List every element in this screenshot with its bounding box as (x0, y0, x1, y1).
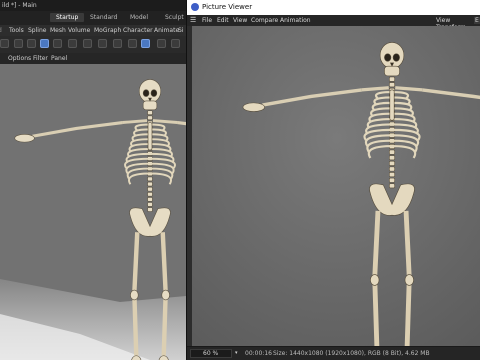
menu-item-character[interactable]: Character (123, 27, 153, 34)
c4d-menu-bar: d Tools Spline Mesh Volume MoGraph Chara… (0, 25, 186, 36)
pv-menu-edit[interactable]: Edit (217, 17, 229, 24)
viewport-menu: Options Filter Panel (0, 53, 186, 64)
vertebra (389, 177, 396, 183)
knee-right (404, 274, 414, 286)
vertebra (147, 191, 153, 197)
sternum (147, 122, 153, 151)
eye-socket-right (392, 53, 400, 62)
vertebra (389, 76, 396, 82)
vertebra (389, 166, 396, 172)
vertebra (389, 172, 396, 178)
light-tool-icon[interactable] (98, 39, 107, 48)
layout-tab-startup[interactable]: Startup (50, 13, 85, 22)
pen-tool-icon[interactable] (27, 39, 36, 48)
menu-item-tools[interactable]: Tools (9, 27, 24, 34)
picture-viewer-menu-bar: ☰ File Edit View Compare Animation View … (187, 15, 480, 31)
knee-left (130, 289, 139, 301)
vertebra (147, 176, 153, 182)
vertebra (389, 149, 396, 155)
picture-viewer-status-bar: 60 % ▾ 00:00:16 Size: 1440x1080 (1920x10… (187, 346, 480, 360)
eye-socket-left (142, 89, 150, 97)
clavicle-right (395, 86, 423, 92)
cube-tool-icon[interactable] (14, 39, 23, 48)
vertebra (389, 82, 396, 88)
eye-socket-right (150, 89, 158, 97)
layout-tabs: Startup Standard Model Sculpt (0, 11, 186, 25)
camera-tool-icon[interactable] (83, 39, 92, 48)
app-logo-icon (191, 3, 199, 11)
layout-tab-sculpt[interactable]: Sculpt (165, 14, 184, 21)
viewport-skeleton-render (0, 64, 186, 360)
layout-tab-model[interactable]: Model (130, 14, 148, 21)
viewport-menu-panel[interactable]: Panel (51, 55, 67, 62)
vertebra (389, 183, 396, 189)
pv-menu-animation[interactable]: Animation (280, 17, 311, 24)
viewport-menu-filter[interactable]: Filter (33, 55, 48, 62)
rendered-skeleton-image (192, 26, 480, 346)
viewport-menu-options[interactable]: Options (8, 55, 31, 62)
floor-tool-icon[interactable] (68, 39, 77, 48)
menu-item-spline[interactable]: Spline (28, 27, 46, 34)
snap-tool-icon[interactable] (141, 39, 150, 48)
render-time: 00:00:16 (245, 350, 272, 357)
clavicle-right (152, 119, 178, 124)
object-tool-icon[interactable] (40, 39, 49, 48)
pv-menu-file[interactable]: File (202, 17, 212, 24)
pv-menu-compare[interactable]: Compare (251, 17, 278, 24)
vertebra (147, 110, 153, 115)
picture-viewer-title: Picture Viewer (202, 3, 253, 11)
vertebra (147, 202, 153, 207)
sternum (389, 89, 395, 121)
vertebra (389, 160, 396, 166)
hand-left (242, 102, 265, 112)
tool-icon-1[interactable] (0, 39, 9, 48)
render-tool-icon[interactable] (157, 39, 166, 48)
picture-viewer-window: Picture Viewer ☰ File Edit View Compare … (186, 0, 480, 360)
menu-item-prev-icon[interactable]: d (0, 27, 2, 34)
character-tool-icon[interactable] (113, 39, 122, 48)
menu-item-simulate[interactable]: Si (178, 27, 183, 34)
pv-menu-view[interactable]: View (233, 17, 247, 24)
jaw (142, 100, 158, 111)
menu-item-volume[interactable]: Volume (68, 27, 90, 34)
deformer-tool-icon[interactable] (53, 39, 62, 48)
settings-tool-icon[interactable] (171, 39, 180, 48)
chevron-down-icon[interactable]: ▾ (235, 350, 238, 356)
vertebra (147, 186, 153, 192)
clavicle-left (122, 119, 148, 124)
hamburger-menu-icon[interactable]: ☰ (190, 16, 196, 24)
zoom-dropdown[interactable]: 60 % (190, 349, 232, 358)
knee-right (161, 289, 170, 301)
vertebra (147, 115, 153, 121)
grid-tool-icon[interactable] (128, 39, 137, 48)
menu-item-mograph[interactable]: MoGraph (94, 27, 121, 34)
c4d-title-bar: ild *] - Main (0, 0, 186, 11)
menu-item-mesh[interactable]: Mesh (50, 27, 66, 34)
c4d-viewport[interactable] (0, 64, 186, 360)
rendered-image[interactable] (192, 26, 480, 346)
c4d-toolbar (0, 36, 186, 54)
vertebra (147, 207, 153, 212)
knee-left (370, 274, 380, 286)
vertebra (389, 155, 396, 161)
c4d-window-title: ild *] - Main (2, 2, 37, 9)
c4d-main-window: ild *] - Main Startup Standard Model Scu… (0, 0, 186, 360)
zoom-value: 60 % (203, 350, 219, 357)
layout-tab-standard[interactable]: Standard (90, 14, 117, 21)
image-info: Size: 1440x1080 (1920x1080), RGB (8 Bit)… (273, 350, 430, 357)
clavicle-left (361, 86, 389, 92)
picture-viewer-title-bar: Picture Viewer (187, 0, 480, 15)
view-transform-value[interactable]: E (474, 17, 480, 24)
eye-socket-left (384, 53, 392, 62)
jaw (384, 65, 400, 77)
vertebra (147, 181, 153, 187)
hand-left (14, 133, 35, 143)
vertebra (147, 197, 153, 202)
menu-item-animate[interactable]: Animate (154, 27, 179, 34)
